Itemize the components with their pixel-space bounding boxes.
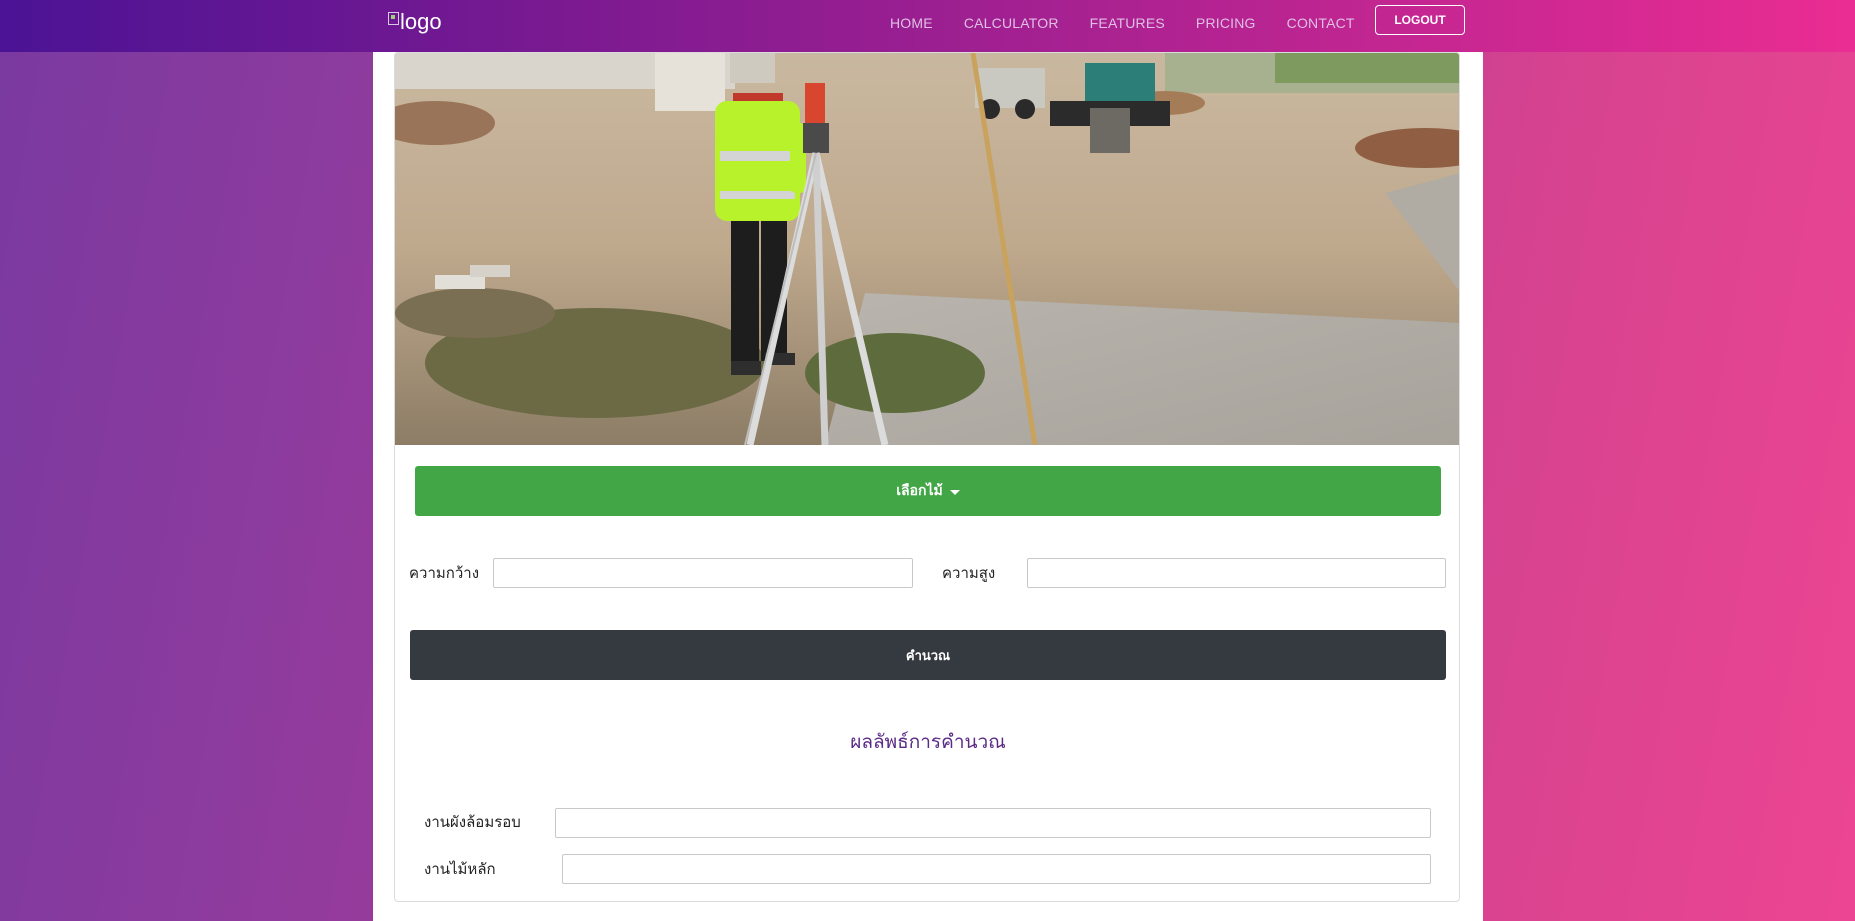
- calculator-card: เลือกไม้ ความกว้าง ความสูง คำนวณ ผลลัพธ์…: [394, 52, 1460, 902]
- nav-link-calculator[interactable]: CALCULATOR: [964, 15, 1059, 31]
- perimeter-result-field[interactable]: [555, 808, 1431, 838]
- top-navbar: logo HOME CALCULATOR FEATURES PRICING CO…: [0, 0, 1855, 52]
- nav-link-pricing[interactable]: PRICING: [1196, 15, 1256, 31]
- select-wood-label: เลือกไม้: [896, 483, 943, 499]
- logo[interactable]: logo: [388, 9, 442, 35]
- width-input[interactable]: [493, 558, 913, 588]
- logo-alt-text: logo: [400, 9, 442, 34]
- caret-down-icon: [949, 489, 960, 495]
- perimeter-label: งานผังล้อมรอบ: [424, 813, 521, 831]
- height-input[interactable]: [1027, 558, 1446, 588]
- logout-button[interactable]: LOGOUT: [1375, 5, 1465, 35]
- width-label: ความกว้าง: [409, 564, 480, 582]
- nav-links: HOME CALCULATOR FEATURES PRICING CONTACT: [890, 0, 1386, 46]
- nav-link-contact[interactable]: CONTACT: [1287, 15, 1355, 31]
- nav-link-home[interactable]: HOME: [890, 15, 933, 31]
- post-label: งานไม้หลัก: [424, 860, 496, 878]
- main-panel: เลือกไม้ ความกว้าง ความสูง คำนวณ ผลลัพธ์…: [373, 0, 1483, 921]
- results-title: ผลลัพธ์การคำนวณ: [850, 731, 1006, 753]
- broken-image-icon: [388, 11, 399, 25]
- height-label: ความสูง: [942, 564, 996, 582]
- survey-site-photo: [395, 53, 1459, 445]
- calculate-button[interactable]: คำนวณ: [410, 630, 1446, 680]
- select-wood-dropdown[interactable]: เลือกไม้: [415, 466, 1441, 516]
- post-result-field[interactable]: [562, 854, 1431, 884]
- nav-link-features[interactable]: FEATURES: [1090, 15, 1165, 31]
